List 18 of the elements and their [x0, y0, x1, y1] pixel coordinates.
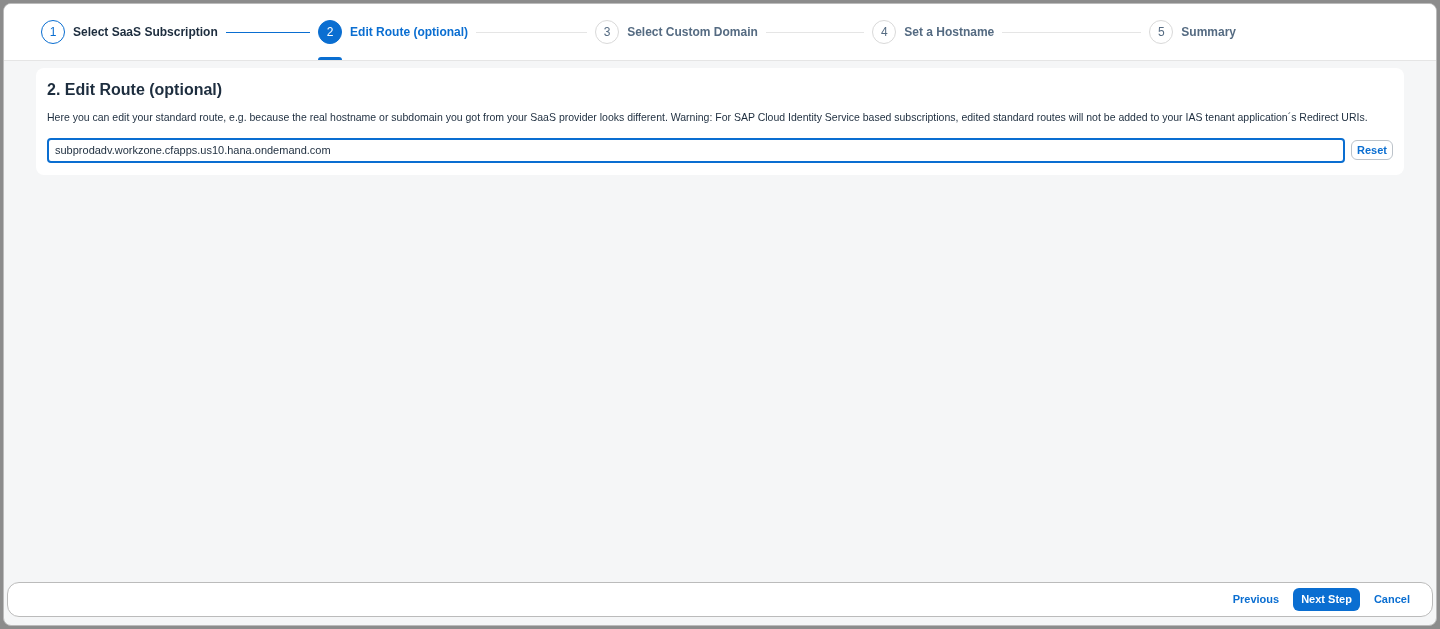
reset-button[interactable]: Reset	[1351, 140, 1393, 161]
step-number[interactable]: 5	[1149, 20, 1174, 44]
step-number[interactable]: 1	[41, 20, 65, 44]
step-label[interactable]: Summary	[1181, 23, 1236, 41]
step-number[interactable]: 4	[872, 20, 897, 44]
footer-button[interactable]: Cancel	[1369, 591, 1414, 608]
step-number[interactable]: 3	[595, 20, 620, 44]
step-label[interactable]: Select Custom Domain	[627, 23, 758, 41]
footer-button[interactable]: Previous	[1228, 591, 1284, 608]
step-label[interactable]: Edit Route (optional)	[350, 23, 469, 41]
step-label[interactable]: Select SaaS Subscription	[73, 23, 218, 41]
section-title: 2. Edit Route (optional)	[47, 80, 224, 100]
route-input-field[interactable]: subprodadv.workzone.cfapps.us10.hana.ondemand.com	[47, 137, 1346, 163]
step-label[interactable]: Set a Hostname	[904, 23, 995, 41]
footer-button[interactable]: Next Step	[1293, 588, 1360, 611]
section-description: Here you can edit your standard route, e.g. because the real hostname or subdomain you got from your SaaS provider looks different. Warning: For SAP Cloud Identity Service based subscriptions, edited standard routes will not be added to your IAS tenant application´s Redirect URIs.	[47, 110, 1369, 125]
step-number[interactable]: 2	[318, 20, 343, 44]
active-step-indicator	[318, 57, 343, 60]
